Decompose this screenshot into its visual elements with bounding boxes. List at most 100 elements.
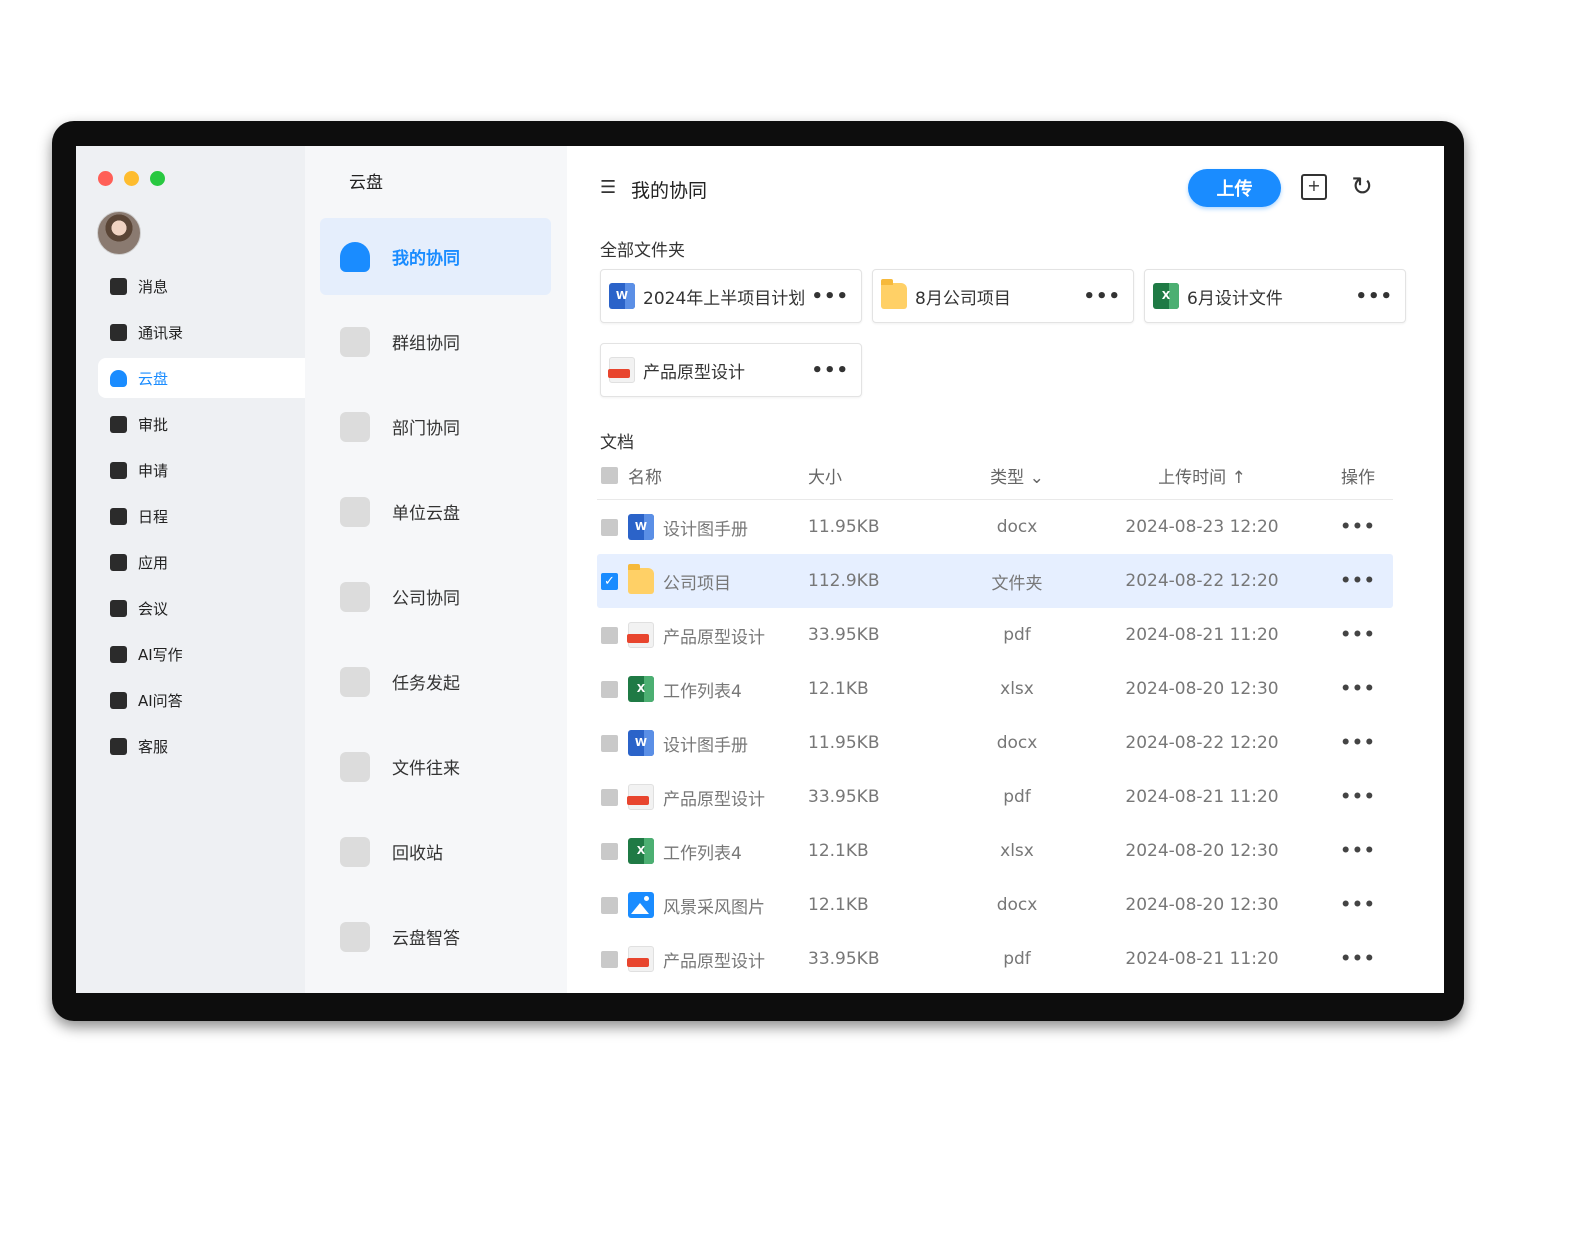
- sub-nav-item-4[interactable]: 公司协同: [320, 558, 551, 635]
- table-row[interactable]: 产品原型设计 33.95KB pdf 2024-08-21 11:20 •••: [597, 932, 1393, 986]
- table-row[interactable]: X 工作列表4 12.1KB xlsx 2024-08-20 12:30 •••: [597, 662, 1393, 716]
- folders-section-label: 全部文件夹: [600, 241, 685, 261]
- nav-item-2[interactable]: 云盘: [98, 358, 305, 398]
- row-more-options-icon[interactable]: •••: [1328, 679, 1388, 699]
- more-options-icon[interactable]: •••: [1083, 286, 1121, 307]
- row-type: pdf: [1003, 787, 1031, 807]
- nav-item-1[interactable]: 通讯录: [98, 312, 305, 352]
- sub-nav-item-8[interactable]: 云盘智答: [320, 898, 551, 975]
- sub-nav-item-3[interactable]: 单位云盘: [320, 473, 551, 550]
- row-more-options-icon[interactable]: •••: [1328, 517, 1388, 537]
- row-name-cell[interactable]: 产品原型设计: [627, 622, 808, 648]
- col-type-header[interactable]: 类型 ⌄: [958, 463, 1076, 488]
- sub-nav-item-label: 文件往来: [392, 759, 460, 779]
- folder-card[interactable]: X 6月设计文件 •••: [1144, 269, 1406, 323]
- row-more-options-icon[interactable]: •••: [1328, 787, 1388, 807]
- table-row[interactable]: 产品原型设计 33.95KB pdf 2024-08-21 11:20 •••: [597, 770, 1393, 824]
- row-name: 风景采风图片: [663, 897, 765, 918]
- more-options-icon[interactable]: •••: [811, 360, 849, 381]
- table-row[interactable]: ✓ 公司项目 112.9KB 文件夹 2024-08-22 12:20 •••: [597, 554, 1393, 608]
- row-more-options-icon[interactable]: •••: [1328, 571, 1388, 591]
- nav-item-5[interactable]: 日程: [98, 496, 305, 536]
- nav-item-8[interactable]: AI写作: [98, 634, 305, 674]
- row-checkbox[interactable]: [601, 842, 618, 860]
- row-checkbox[interactable]: [601, 950, 618, 968]
- sub-nav-item-7[interactable]: 回收站: [320, 813, 551, 890]
- row-size: 11.95KB: [808, 517, 880, 537]
- table-row[interactable]: W 设计图手册 11.95KB docx 2024-08-22 12:20 •••: [597, 716, 1393, 770]
- row-name-cell[interactable]: X 工作列表4: [628, 838, 808, 864]
- nav-item-7[interactable]: 会议: [98, 588, 305, 628]
- nav-item-6[interactable]: 应用: [98, 542, 305, 582]
- row-type: xlsx: [1000, 679, 1034, 699]
- col-size-header[interactable]: 大小: [808, 463, 958, 488]
- more-options-icon[interactable]: •••: [1355, 286, 1393, 307]
- sub-nav-item-6[interactable]: 文件往来: [320, 728, 551, 805]
- row-time: 2024-08-22 12:20: [1125, 571, 1279, 591]
- row-more-options-icon[interactable]: •••: [1328, 895, 1388, 915]
- sub-nav-item-5[interactable]: 任务发起: [320, 643, 551, 720]
- robot-icon: [340, 921, 370, 952]
- table-row[interactable]: 风景采风图片 12.1KB docx 2024-08-20 12:30 •••: [597, 878, 1393, 932]
- row-checkbox[interactable]: [601, 734, 618, 752]
- sub-nav-item-0[interactable]: 我的协同: [320, 218, 551, 295]
- row-more-options-icon[interactable]: •••: [1328, 733, 1388, 753]
- sub-nav-item-2[interactable]: 部门协同: [320, 388, 551, 465]
- row-name-cell[interactable]: W 设计图手册: [628, 514, 808, 540]
- row-type: docx: [996, 517, 1038, 537]
- folder-card[interactable]: 产品原型设计 •••: [600, 343, 862, 397]
- maximize-window-button[interactable]: [150, 171, 165, 186]
- col-time-header[interactable]: 上传时间 ↑: [1076, 463, 1328, 488]
- row-checkbox[interactable]: [601, 626, 618, 644]
- table-row[interactable]: 产品原型设计 33.95KB pdf 2024-08-21 11:20 •••: [597, 608, 1393, 662]
- row-size: 11.95KB: [808, 733, 880, 753]
- row-name-cell[interactable]: 产品原型设计: [627, 784, 808, 810]
- row-checkbox[interactable]: [601, 788, 618, 806]
- minimize-window-button[interactable]: [124, 171, 139, 186]
- row-size: 12.1KB: [808, 679, 869, 699]
- nav-item-9[interactable]: AI问答: [98, 680, 305, 720]
- table-row[interactable]: W 设计图手册 11.95KB docx 2024-08-23 12:20 •••: [597, 500, 1393, 554]
- row-checkbox[interactable]: [601, 896, 618, 914]
- trash-icon: [340, 836, 370, 867]
- folder-card[interactable]: 8月公司项目 •••: [872, 269, 1134, 323]
- row-name-cell[interactable]: X 工作列表4: [628, 676, 808, 702]
- row-name-cell[interactable]: 产品原型设计: [627, 946, 808, 972]
- refresh-icon[interactable]: ↻: [1347, 172, 1377, 202]
- row-name-cell[interactable]: 公司项目: [628, 564, 808, 594]
- docs-section-label: 文档: [600, 433, 634, 453]
- close-window-button[interactable]: [98, 171, 113, 186]
- support-icon: [110, 737, 127, 755]
- row-time: 2024-08-21 11:20: [1125, 625, 1279, 645]
- new-folder-icon[interactable]: +: [1301, 174, 1327, 200]
- row-name-cell[interactable]: W 设计图手册: [628, 730, 808, 756]
- row-more-options-icon[interactable]: •••: [1328, 625, 1388, 645]
- nav-item-10[interactable]: 客服: [98, 726, 305, 766]
- row-more-options-icon[interactable]: •••: [1328, 841, 1388, 861]
- row-checkbox[interactable]: [601, 680, 618, 698]
- more-options-icon[interactable]: •••: [811, 286, 849, 307]
- sub-nav-item-label: 群组协同: [392, 334, 460, 354]
- avatar[interactable]: [97, 211, 141, 255]
- row-checkbox[interactable]: [601, 518, 618, 536]
- select-all-checkbox[interactable]: [601, 466, 618, 484]
- nav-item-4[interactable]: 申请: [98, 450, 305, 490]
- row-more-options-icon[interactable]: •••: [1328, 949, 1388, 969]
- row-name-cell[interactable]: 风景采风图片: [628, 892, 808, 918]
- row-checkbox[interactable]: ✓: [601, 572, 618, 590]
- contacts-icon: [110, 323, 127, 341]
- row-type: docx: [996, 895, 1038, 915]
- folder-card-name: 8月公司项目: [915, 288, 1011, 309]
- row-time: 2024-08-20 12:30: [1125, 895, 1279, 915]
- nav-item-3[interactable]: 审批: [98, 404, 305, 444]
- table-row[interactable]: X 工作列表4 12.1KB xlsx 2024-08-20 12:30 •••: [597, 824, 1393, 878]
- upload-button[interactable]: 上传: [1188, 169, 1281, 207]
- col-name-header[interactable]: 名称: [628, 463, 808, 488]
- sub-nav-item-1[interactable]: 群组协同: [320, 303, 551, 380]
- ai-qa-icon: [110, 691, 127, 709]
- nav-item-0[interactable]: 消息: [98, 266, 305, 306]
- menu-toggle-icon[interactable]: ☰: [600, 177, 616, 198]
- sub-nav-item-label: 单位云盘: [392, 504, 460, 524]
- folder-card[interactable]: W 2024年上半项目计划 •••: [600, 269, 862, 323]
- table-body: W 设计图手册 11.95KB docx 2024-08-23 12:20 ••• ✓ 公司项…: [597, 500, 1393, 986]
